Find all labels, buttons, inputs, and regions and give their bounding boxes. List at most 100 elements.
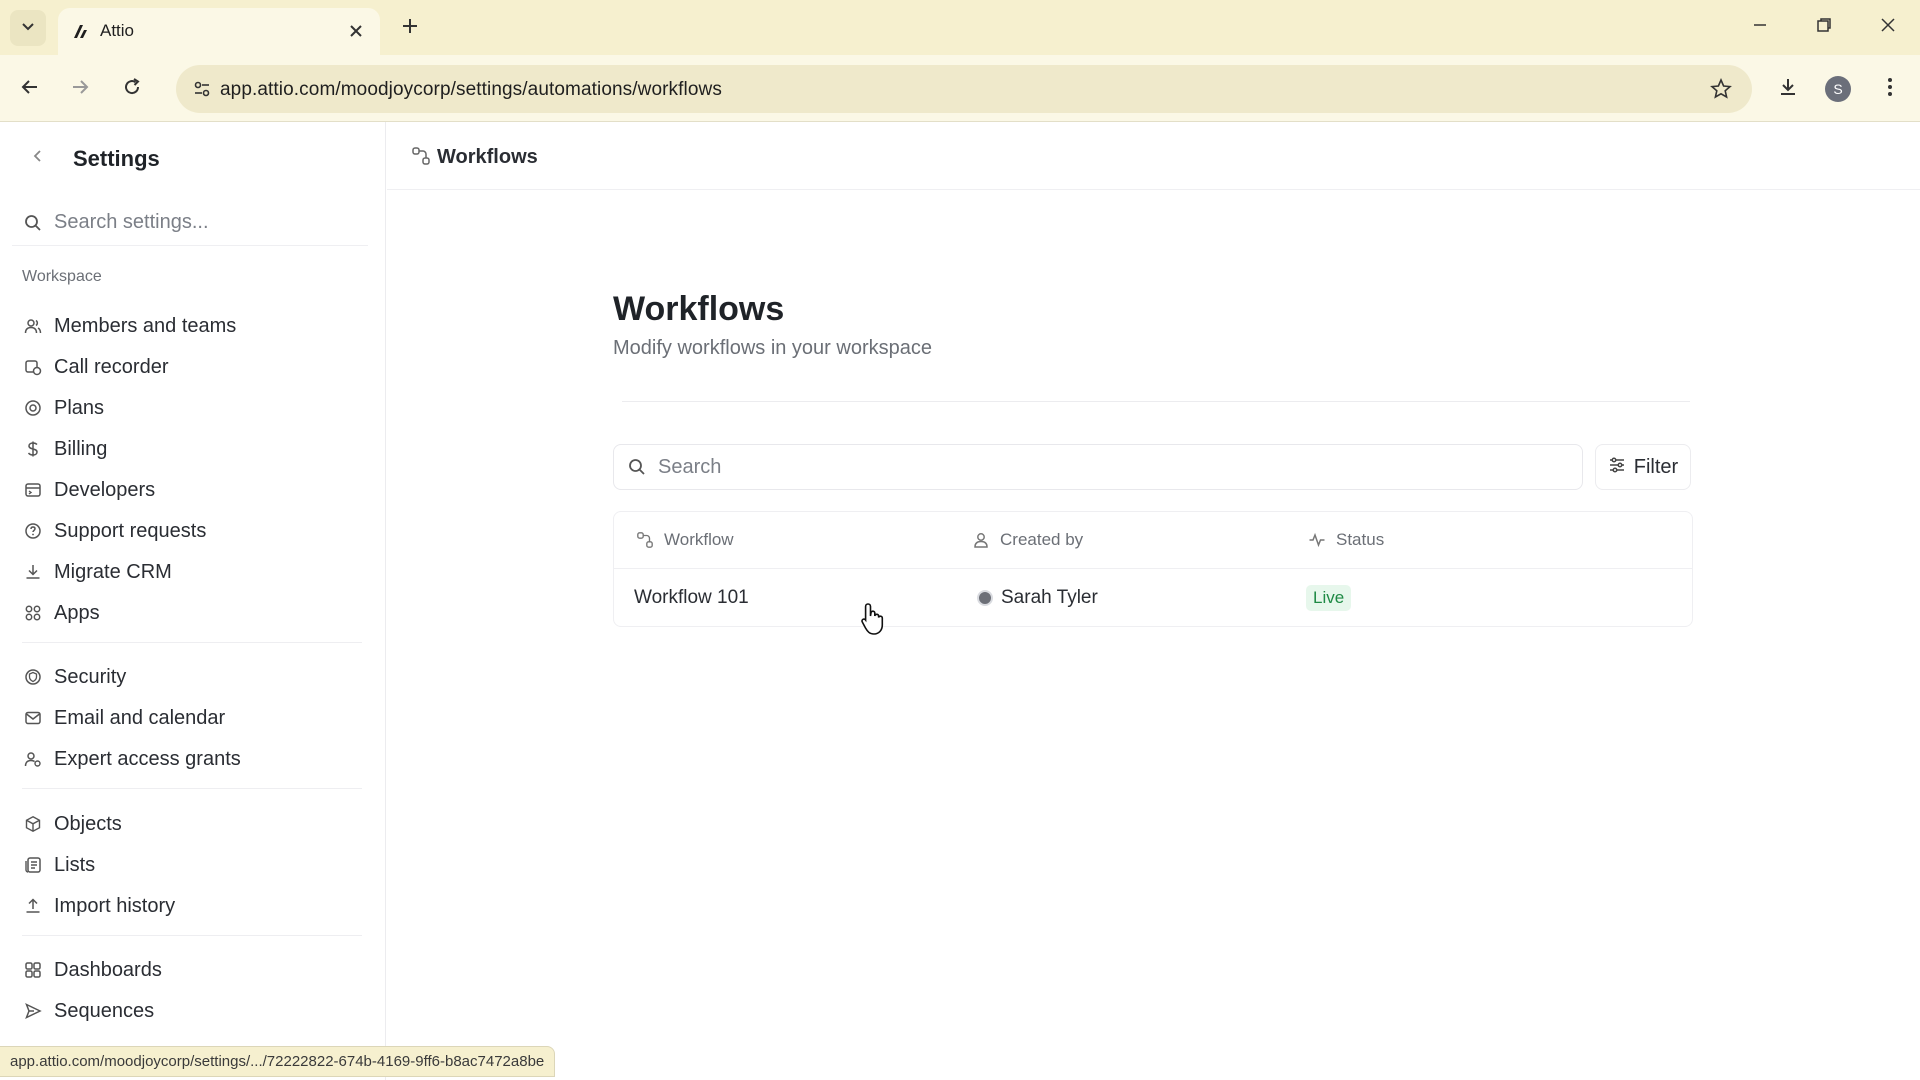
dollar-icon <box>22 438 44 460</box>
new-tab-button[interactable] <box>396 14 424 42</box>
upload-icon <box>22 895 44 917</box>
filter-icon <box>1608 456 1626 479</box>
browser-menu-button[interactable] <box>1872 71 1908 107</box>
sidebar-item-label: Dashboards <box>54 958 162 981</box>
arrow-left-icon <box>20 77 40 102</box>
help-icon <box>22 520 44 542</box>
sidebar-item-label: Import history <box>54 894 176 917</box>
workflow-name-cell: Workflow 101 <box>634 587 749 608</box>
sidebar-divider <box>22 788 362 789</box>
sidebar-item-label: Apps <box>54 601 100 624</box>
send-icon <box>22 1000 44 1022</box>
sidebar-item-label: Security <box>54 665 127 688</box>
plus-icon <box>401 17 419 40</box>
close-window-button[interactable] <box>1868 10 1908 44</box>
workflow-icon <box>409 144 433 168</box>
minimize-icon <box>1752 17 1768 38</box>
tab-title: Attio <box>100 21 135 40</box>
sidebar-item-label: Migrate CRM <box>54 560 172 583</box>
chevron-down-icon <box>20 18 36 39</box>
sidebar-title: Settings <box>73 146 160 171</box>
filter-button[interactable]: Filter <box>1595 444 1691 490</box>
sidebar-divider <box>22 642 362 643</box>
chevron-left-icon[interactable] <box>26 144 50 168</box>
browser-toolbar: app.attio.com/moodjoycorp/settings/autom… <box>0 55 1920 122</box>
sidebar-item-label: Members and teams <box>54 314 237 337</box>
browser-tab-strip: Attio <box>0 0 1920 55</box>
settings-sidebar: Settings Workspace Members and teams Cal… <box>0 122 386 1080</box>
tab-search-button[interactable] <box>10 10 46 46</box>
attio-logo-icon <box>70 21 92 43</box>
column-header-label: Workflow <box>664 530 734 549</box>
header-title: Workflows <box>437 146 538 168</box>
sidebar-item-label: Support requests <box>54 519 207 542</box>
sidebar-item-label: Plans <box>54 396 105 419</box>
apps-icon <box>22 602 44 624</box>
developers-icon <box>22 479 44 501</box>
expert-access-icon <box>22 748 44 770</box>
site-info-icon[interactable] <box>190 77 214 101</box>
workflows-table: Workflow Created by Status Workflow 101 … <box>613 511 1693 627</box>
sidebar-item-support-requests[interactable]: Support requests <box>18 513 368 549</box>
sidebar-item-expert-access-grants[interactable]: Expert access grants <box>18 741 368 777</box>
sidebar-item-objects[interactable]: Objects <box>18 806 368 842</box>
sidebar-item-import-history[interactable]: Import history <box>18 888 368 924</box>
browser-tab[interactable]: Attio <box>58 8 380 55</box>
back-button[interactable] <box>12 71 48 107</box>
status-cell: Live <box>1306 569 1352 627</box>
bookmark-star-icon[interactable] <box>1708 76 1734 102</box>
sidebar-item-security[interactable]: Security <box>18 659 368 695</box>
close-tab-icon[interactable] <box>344 19 368 43</box>
cube-icon <box>22 813 44 835</box>
sidebar-item-lists[interactable]: Lists <box>18 847 368 883</box>
address-bar[interactable]: app.attio.com/moodjoycorp/settings/autom… <box>176 65 1752 113</box>
avatar <box>977 590 993 606</box>
minimize-button[interactable] <box>1740 10 1780 44</box>
page-divider <box>622 401 1690 402</box>
section-label-workspace: Workspace <box>22 268 102 285</box>
profile-avatar: S <box>1825 76 1851 102</box>
workflow-icon <box>634 529 656 551</box>
column-header-workflow[interactable]: Workflow <box>634 512 734 568</box>
sidebar-item-dashboards[interactable]: Dashboards <box>18 952 368 988</box>
search-icon <box>626 456 648 478</box>
profile-button[interactable]: S <box>1820 71 1856 107</box>
page-subtitle: Modify workflows in your workspace <box>613 337 932 359</box>
settings-search <box>12 200 368 246</box>
user-icon <box>970 529 992 551</box>
sidebar-item-developers[interactable]: Developers <box>18 472 368 508</box>
downloads-button[interactable] <box>1770 71 1806 107</box>
sidebar-item-members-and-teams[interactable]: Members and teams <box>18 308 368 344</box>
sidebar-item-label: Billing <box>54 437 108 460</box>
column-header-label: Status <box>1336 530 1385 549</box>
sidebar-item-label: Expert access grants <box>54 747 241 770</box>
sidebar-item-label: Sequences <box>54 999 155 1022</box>
main-header: Workflows <box>387 122 1920 190</box>
settings-search-input[interactable] <box>54 211 354 234</box>
table-row[interactable]: Workflow 101 Sarah Tyler Live <box>614 569 1692 627</box>
sidebar-item-apps[interactable]: Apps <box>18 595 368 631</box>
page-title: Workflows <box>613 290 785 328</box>
sidebar-item-email-and-calendar[interactable]: Email and calendar <box>18 700 368 736</box>
users-icon <box>22 315 44 337</box>
column-header-created-by[interactable]: Created by <box>970 512 1083 568</box>
mail-icon <box>22 707 44 729</box>
dashboards-icon <box>22 959 44 981</box>
sidebar-divider <box>22 935 362 936</box>
reload-button[interactable] <box>114 71 150 107</box>
workflow-search-input[interactable] <box>658 455 1558 479</box>
sidebar-item-sequences[interactable]: Sequences <box>18 993 368 1029</box>
download-icon <box>22 561 44 583</box>
more-vertical-icon <box>1887 77 1893 102</box>
column-header-status[interactable]: Status <box>1306 512 1384 568</box>
call-recorder-icon <box>22 356 44 378</box>
sidebar-item-billing[interactable]: Billing <box>18 431 368 467</box>
lists-icon <box>22 854 44 876</box>
restore-button[interactable] <box>1804 10 1844 44</box>
status-badge: Live <box>1306 585 1352 611</box>
sidebar-item-migrate-crm[interactable]: Migrate CRM <box>18 554 368 590</box>
forward-button[interactable] <box>62 71 98 107</box>
sidebar-item-plans[interactable]: Plans <box>18 390 368 426</box>
sidebar-item-call-recorder[interactable]: Call recorder <box>18 349 368 385</box>
security-icon <box>22 666 44 688</box>
